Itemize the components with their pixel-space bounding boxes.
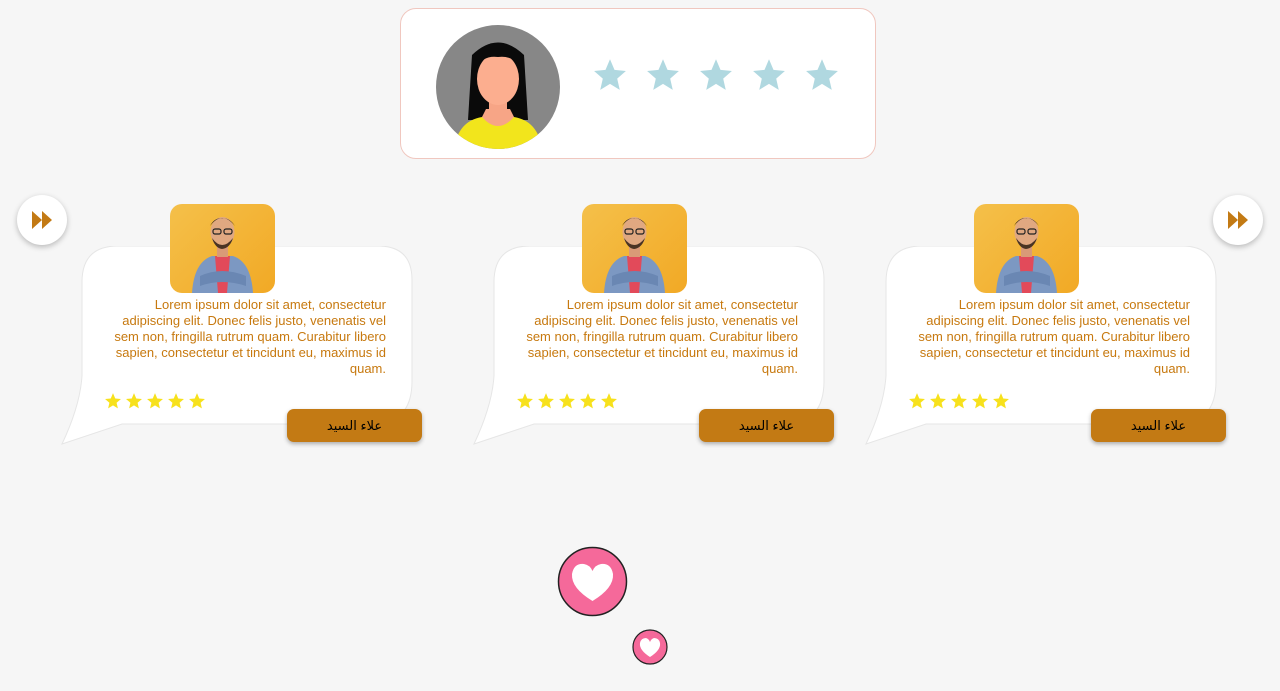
star-icon — [930, 393, 946, 409]
star-icon[interactable] — [804, 57, 840, 93]
man-portrait-icon — [996, 217, 1057, 293]
star-icon — [559, 393, 575, 409]
star-icon — [147, 393, 163, 409]
woman-avatar-icon — [436, 25, 560, 149]
star-icon — [951, 393, 967, 409]
star-icon[interactable] — [592, 57, 628, 93]
star-icon — [105, 393, 121, 409]
reviewer-rating — [908, 392, 1010, 410]
star-icon — [972, 393, 988, 409]
profile-rating-card — [400, 8, 876, 159]
reviewer-photo — [170, 204, 275, 293]
heart-icon[interactable] — [632, 629, 668, 665]
testimonial-text: Lorem ipsum dolor sit amet, consectetur … — [114, 297, 386, 376]
testimonial-card: Lorem ipsum dolor sit amet, consectetur … — [864, 204, 1230, 448]
testimonial-card: Lorem ipsum dolor sit amet, consectetur … — [472, 204, 838, 448]
heart-icon[interactable] — [557, 546, 628, 617]
testimonial-text: Lorem ipsum dolor sit amet, consectetur … — [526, 297, 798, 376]
reviewer-photo — [974, 204, 1079, 293]
profile-star-rating[interactable] — [592, 57, 840, 93]
reviewer-photo — [582, 204, 687, 293]
reviewer-rating — [516, 392, 618, 410]
star-icon[interactable] — [645, 57, 681, 93]
star-icon — [580, 393, 596, 409]
star-icon[interactable] — [698, 57, 734, 93]
star-icon — [126, 393, 142, 409]
star-icon — [909, 393, 925, 409]
testimonial-text: Lorem ipsum dolor sit amet, consectetur … — [918, 297, 1190, 376]
testimonial-card: Lorem ipsum dolor sit amet, consectetur … — [60, 204, 426, 448]
reviewer-rating — [104, 392, 206, 410]
man-portrait-icon — [604, 217, 665, 293]
fast-forward-icon — [32, 211, 52, 229]
reviewer-name-button[interactable]: علاء السيد — [699, 409, 834, 442]
star-icon — [517, 393, 533, 409]
star-icon[interactable] — [751, 57, 787, 93]
star-icon — [189, 393, 205, 409]
star-icon — [168, 393, 184, 409]
man-portrait-icon — [192, 217, 253, 293]
star-icon — [538, 393, 554, 409]
reviewer-name-button[interactable]: علاء السيد — [1091, 409, 1226, 442]
reviewer-name-button[interactable]: علاء السيد — [287, 409, 422, 442]
star-icon — [601, 393, 617, 409]
star-icon — [993, 393, 1009, 409]
